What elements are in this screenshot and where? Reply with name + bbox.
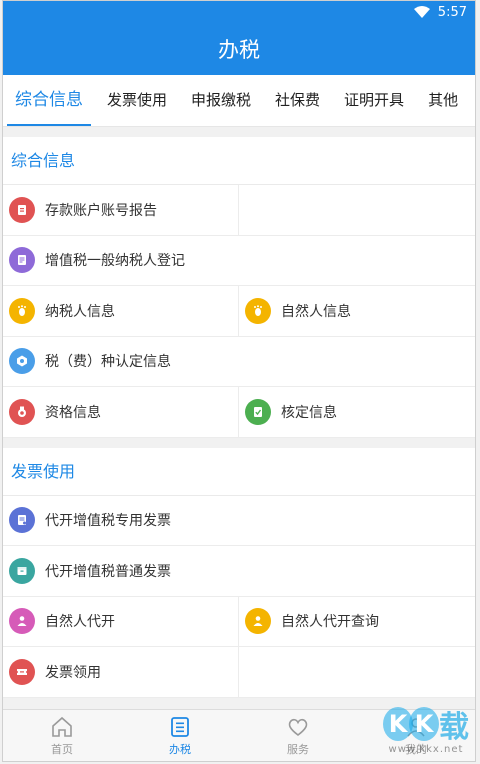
person-icon: [9, 608, 35, 635]
item-natural-person-info[interactable]: 自然人信息: [239, 286, 475, 337]
item-label: 核定信息: [281, 404, 337, 421]
nav-label: 我的: [405, 742, 427, 756]
item-natural-person-issue[interactable]: 自然人代开: [3, 596, 239, 647]
nav-mine[interactable]: 我的: [357, 710, 475, 761]
section-title: 发票使用: [3, 448, 475, 496]
item-label: 资格信息: [45, 404, 101, 421]
footprint-icon: [9, 297, 35, 324]
tab-invoice[interactable]: 发票使用: [95, 75, 179, 126]
item-grid: 存款账户账号报告 增值税一般纳税人登记 纳税人信息 自然人信息 税（费）种认定信…: [3, 185, 475, 438]
item-label: 自然人代开: [45, 614, 115, 631]
item-natural-person-issue-query[interactable]: 自然人代开查询: [239, 597, 475, 647]
item-qualification-info[interactable]: 资格信息: [3, 387, 239, 438]
medal-icon: [9, 398, 35, 425]
status-bar: 5:57: [3, 1, 475, 23]
item-label: 纳税人信息: [45, 303, 115, 320]
item-label: 自然人信息: [281, 303, 351, 320]
empty-cell: [239, 185, 475, 236]
tab-declare-pay[interactable]: 申报缴税: [179, 75, 263, 126]
person-icon: [245, 608, 271, 635]
item-invoice-receive[interactable]: 发票领用: [3, 647, 239, 698]
nav-label: 首页: [51, 742, 73, 756]
item-label: 发票领用: [45, 664, 101, 681]
nav-service[interactable]: 服务: [239, 710, 357, 761]
item-vat-normal-invoice-issue[interactable]: 代开增值税普通发票: [3, 546, 475, 597]
home-icon: [52, 716, 72, 737]
item-vat-general-taxpayer-registration[interactable]: 增值税一般纳税人登记: [3, 236, 475, 286]
item-vat-special-invoice-issue[interactable]: 代开增值税专用发票: [3, 496, 475, 546]
tab-other[interactable]: 其他: [416, 75, 470, 126]
nav-home[interactable]: 首页: [3, 710, 121, 761]
app-bar: 办税: [3, 23, 475, 75]
footprint-icon: [245, 297, 271, 324]
heart-icon: [288, 718, 308, 736]
tab-general-info[interactable]: 综合信息: [3, 75, 95, 126]
item-label: 存款账户账号报告: [45, 202, 157, 219]
invoice-icon: [9, 507, 35, 534]
section-invoice: 发票使用 代开增值税专用发票 代开增值税普通发票 自然人代开 自然人代开查询 发…: [3, 447, 475, 698]
nav-label: 服务: [287, 742, 309, 756]
bottom-navigation: 首页 办税 服务 我的: [3, 709, 475, 761]
document-icon: [9, 196, 35, 223]
nav-tax[interactable]: 办税: [121, 710, 239, 761]
item-label: 代开增值税普通发票: [45, 563, 171, 580]
item-label: 税（费）种认定信息: [45, 354, 171, 371]
ticket-icon: [9, 658, 35, 685]
section-title: 综合信息: [3, 137, 475, 185]
empty-cell: [239, 647, 475, 698]
user-icon: [407, 717, 425, 737]
status-time: 5:57: [437, 4, 467, 20]
category-tabs: 综合信息 发票使用 申报缴税 社保费 证明开具 其他: [3, 75, 475, 127]
item-label: 自然人代开查询: [281, 614, 379, 631]
page-title: 办税: [218, 38, 260, 62]
section-general-info: 综合信息 存款账户账号报告 增值税一般纳税人登记 纳税人信息 自然人信息 税（费…: [3, 137, 475, 438]
item-deposit-account-report[interactable]: 存款账户账号报告: [3, 185, 239, 236]
item-label: 增值税一般纳税人登记: [45, 253, 185, 270]
content-area: 综合信息 存款账户账号报告 增值税一般纳税人登记 纳税人信息 自然人信息 税（费…: [3, 127, 475, 709]
badge-icon: [9, 348, 35, 375]
item-label: 代开增值税专用发票: [45, 513, 171, 530]
box-icon: [9, 557, 35, 584]
app-frame: 5:57 办税 综合信息 发票使用 申报缴税 社保费 证明开具 其他 综合信息 …: [2, 0, 476, 762]
form-icon: [9, 247, 35, 274]
item-assessment-info[interactable]: 核定信息: [239, 387, 475, 438]
tab-social-security[interactable]: 社保费: [263, 75, 332, 126]
item-grid: 代开增值税专用发票 代开增值税普通发票 自然人代开 自然人代开查询 发票领用: [3, 496, 475, 698]
nav-label: 办税: [169, 742, 191, 756]
item-tax-type-recognition-info[interactable]: 税（费）种认定信息: [3, 337, 475, 387]
tab-certificate[interactable]: 证明开具: [332, 75, 416, 126]
list-icon: [171, 716, 189, 737]
checklist-icon: [245, 398, 271, 425]
item-taxpayer-info[interactable]: 纳税人信息: [3, 286, 239, 337]
wifi-icon: [413, 6, 430, 18]
